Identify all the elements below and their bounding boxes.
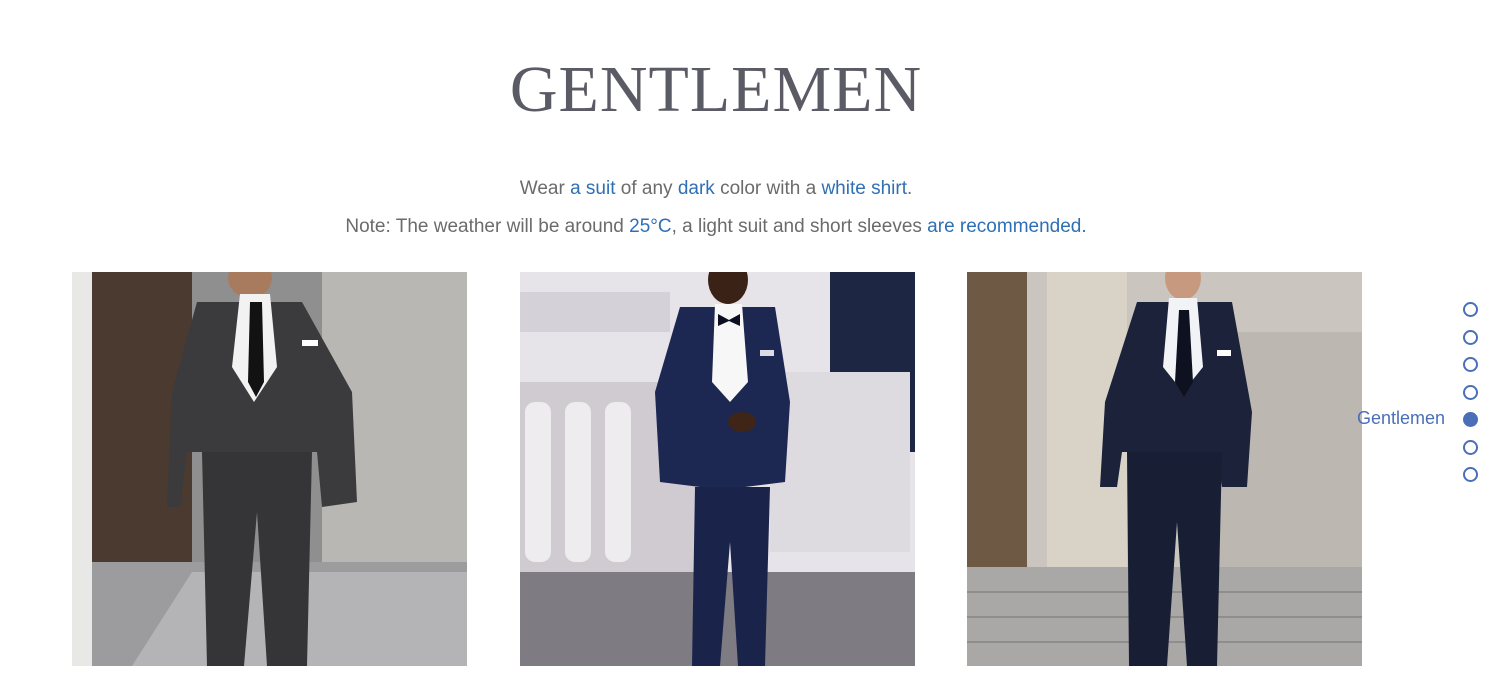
photo-navy-suit-steps <box>967 272 1362 666</box>
navy-tuxedo-image <box>520 272 915 666</box>
side-nav-dot-5-active[interactable] <box>1463 412 1478 427</box>
side-nav-dot-3[interactable] <box>1463 357 1478 372</box>
side-nav-dot-4[interactable] <box>1463 385 1478 400</box>
dress-code-line: Wear a suit of any dark color with a whi… <box>519 178 913 199</box>
section-title: GENTLEMEN <box>509 53 923 126</box>
photo-charcoal-suit <box>72 272 467 666</box>
side-nav-active-label[interactable]: Gentlemen <box>1357 408 1445 429</box>
side-nav-dot-1[interactable] <box>1463 302 1478 317</box>
weather-note-line: Note: The weather will be around 25°C, a… <box>345 216 1087 237</box>
navy-suit-image <box>967 272 1362 666</box>
side-nav-dot-2[interactable] <box>1463 330 1478 345</box>
highlight-dark: dark <box>677 178 715 199</box>
highlight-white-shirt: white shirt <box>821 178 907 199</box>
highlight-suit: a suit <box>570 178 616 199</box>
side-nav-dot-6[interactable] <box>1463 440 1478 455</box>
charcoal-suit-image <box>72 272 467 666</box>
photo-navy-tuxedo <box>520 272 915 666</box>
highlight-temperature: 25°C <box>629 216 672 237</box>
side-nav-dot-7[interactable] <box>1463 467 1478 482</box>
highlight-recommended: are recommended. <box>927 216 1087 237</box>
